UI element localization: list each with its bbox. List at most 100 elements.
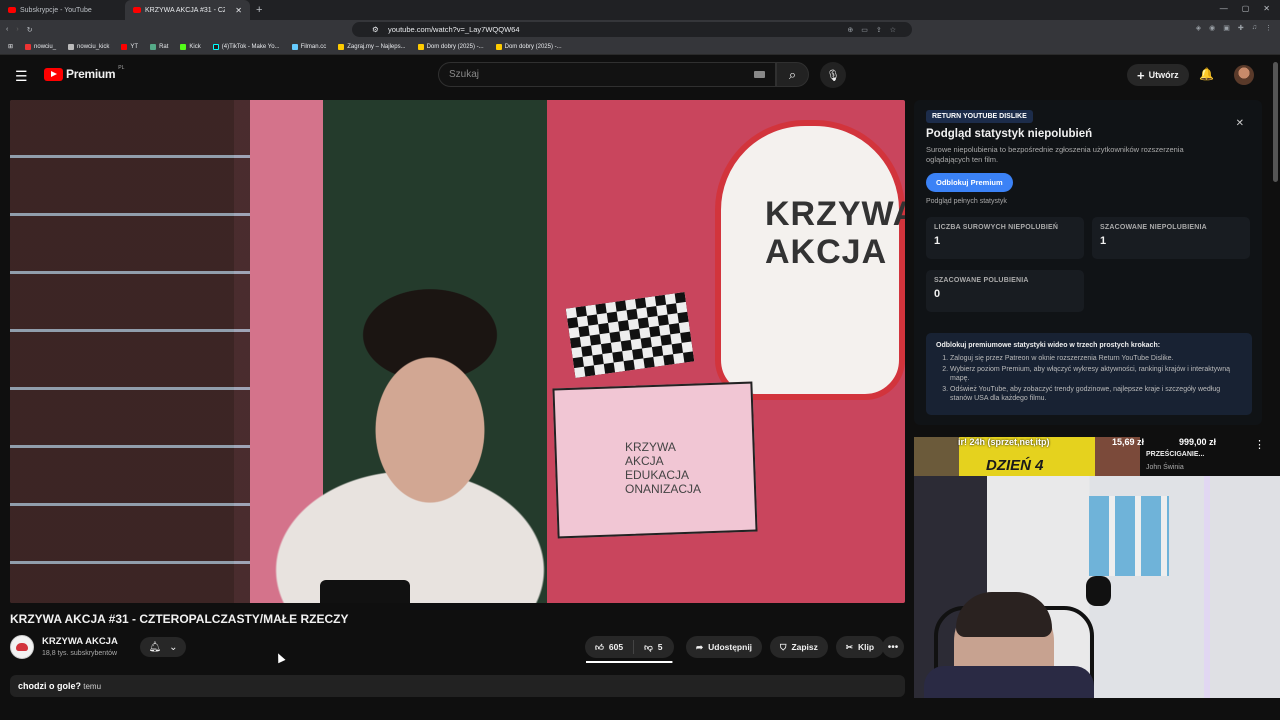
- more-dots-icon: •••: [887, 641, 899, 653]
- ryd-preview-note: Podgląd pełnych statystyk: [926, 198, 1007, 205]
- bookmark-favicon-icon: [25, 43, 32, 50]
- clapperboard-text: KRZYWA AKCJA EDUKACJA ONANIZACJA: [625, 440, 702, 496]
- tab-subscriptions[interactable]: Subskrypcje - YouTube: [0, 0, 125, 20]
- save-button[interactable]: ⛉ Zapisz: [770, 636, 828, 658]
- recommended-title: PRZEŚCIGANIE...: [1146, 451, 1205, 458]
- bookmark-item[interactable]: nowciu_: [25, 43, 56, 50]
- stream-overlay-price: 15,69 zł: [1112, 437, 1145, 447]
- extension-icon[interactable]: ▣: [1223, 24, 1230, 32]
- minimize-icon[interactable]: —: [1220, 4, 1228, 13]
- bookmark-item[interactable]: Rat: [150, 43, 168, 50]
- zoom-icon[interactable]: ⊕: [847, 26, 853, 34]
- voice-search-button[interactable]: 🎙: [820, 62, 846, 88]
- more-actions-button[interactable]: •••: [882, 636, 904, 658]
- tab-title: Subskrypcje - YouTube: [20, 6, 92, 14]
- search-input[interactable]: Szukaj: [438, 62, 776, 87]
- recommended-channel: John Świnia: [1146, 464, 1184, 471]
- bookmark-favicon-icon: [68, 43, 75, 50]
- unlock-premium-button[interactable]: Odblokuj Premium: [926, 173, 1013, 192]
- bell-icon: 🔔︎: [148, 641, 162, 653]
- address-bar-actions: ⊕ ▭ ⇪ ☆: [847, 26, 896, 34]
- extension-icon[interactable]: ◈: [1196, 24, 1201, 32]
- clip-button[interactable]: ✂ Klip: [835, 636, 885, 658]
- more-vert-icon[interactable]: ⋮: [1254, 438, 1265, 451]
- close-tab-icon[interactable]: ✕: [235, 6, 242, 15]
- bookmark-item[interactable]: nowciu_kick: [68, 43, 109, 50]
- url-text: youtube.com/watch?v=_Lay7WQQW64: [388, 25, 520, 34]
- share-button[interactable]: ➦ Udostępnij: [686, 636, 763, 658]
- search-button[interactable]: ⌕: [776, 62, 809, 87]
- menu-dots-icon[interactable]: ⋮: [1265, 24, 1272, 32]
- heart-sign-text: KRZYWA AKCJA: [765, 195, 905, 271]
- channel-name[interactable]: KRZYWA AKCJA: [42, 636, 118, 647]
- video-player[interactable]: KRZYWA AKCJA KRZYWA AKCJA EDUKACJA ONANI…: [10, 100, 905, 603]
- bookmark-item[interactable]: (4)TikTok - Make Yo...: [212, 43, 280, 50]
- stat-card: SZACOWANE NIEPOLUBIENIA 1: [1092, 217, 1250, 259]
- recommended-video[interactable]: ir! 24h (sprzet,net,itp) 15,69 zł 999,00…: [914, 433, 1280, 477]
- channel-avatar[interactable]: [10, 635, 34, 659]
- reload-icon[interactable]: ↻: [27, 26, 33, 34]
- video-frame-microphone: [320, 580, 410, 603]
- dislike-button[interactable]: 👎︎ 5: [634, 642, 672, 653]
- apps-grid-icon[interactable]: ⊞: [8, 43, 13, 50]
- bookmark-item[interactable]: Dom dobry (2025) -...: [417, 43, 484, 50]
- page-scrollbar[interactable]: [1273, 62, 1278, 182]
- youtube-header: ☰ Premium PL Szukaj ⌕ 🎙 + Utwórz 🔔: [0, 56, 1280, 94]
- like-button[interactable]: 👍︎ 605: [585, 640, 635, 654]
- create-button[interactable]: + Utwórz: [1127, 64, 1189, 86]
- share-icon[interactable]: ⇪: [876, 26, 882, 34]
- ryd-steps-box: Odblokuj premiumowe statystyki wideo w t…: [926, 333, 1252, 415]
- close-window-icon[interactable]: ✕: [1263, 4, 1270, 13]
- bookmark-item[interactable]: Kick: [180, 43, 201, 50]
- webcam-figure: [1086, 576, 1111, 606]
- maximize-icon[interactable]: ▢: [1242, 4, 1250, 13]
- chevron-down-icon: ⌄: [169, 641, 178, 653]
- bookmark-item[interactable]: Filman.cc: [291, 43, 326, 50]
- ryd-step: Odśwież YouTube, aby zobaczyć trendy god…: [950, 385, 1242, 403]
- thumbnail-text: DZIEŃ 4: [986, 457, 1044, 474]
- media-icon[interactable]: ♫: [1252, 24, 1257, 32]
- thumbs-up-icon: 👍︎: [595, 641, 604, 652]
- webcam-wall-posters: [1089, 496, 1169, 576]
- site-info-icon[interactable]: ⚙: [372, 25, 379, 34]
- window-controls: — ▢ ✕: [1210, 0, 1280, 17]
- tab-title: KRZYWA AKCJA #31 - CZTEROPALCZASTY/MAŁE …: [145, 6, 225, 14]
- youtube-logo[interactable]: Premium PL: [44, 65, 124, 81]
- extensions-area: ◈ ◉ ▣ ✚ ♫ ⋮: [1196, 24, 1272, 32]
- back-icon[interactable]: ‹: [6, 26, 8, 33]
- browser-tab-bar: Subskrypcje - YouTube KRZYWA AKCJA #31 -…: [0, 0, 1280, 20]
- hamburger-menu-icon[interactable]: ☰: [15, 68, 28, 85]
- mouse-cursor-icon: [274, 651, 286, 664]
- user-avatar[interactable]: [1234, 65, 1254, 85]
- new-tab-button[interactable]: +: [250, 4, 268, 16]
- address-bar[interactable]: ⚙ youtube.com/watch?v=_Lay7WQQW64 ⊕ ▭ ⇪ …: [352, 22, 912, 37]
- description-overlay-text: chodzi o gole?: [18, 681, 81, 691]
- bookmark-favicon-icon: [291, 43, 298, 50]
- webcam-led-strip: [1204, 476, 1210, 698]
- puzzle-icon[interactable]: ✚: [1238, 24, 1244, 32]
- cast-icon[interactable]: ▭: [861, 26, 868, 34]
- stat-card: SZACOWANE POLUBIENIA 0: [926, 270, 1084, 312]
- subscriber-count: 18,8 tys. subskrybentów: [42, 650, 118, 657]
- notifications-subscribe-button[interactable]: 🔔︎ ⌄: [140, 637, 186, 657]
- bookmark-favicon-icon: [417, 43, 424, 50]
- bookmark-item[interactable]: YT: [121, 43, 138, 50]
- keyboard-icon[interactable]: [754, 71, 765, 78]
- bookmark-icon: ⛉: [780, 641, 787, 652]
- tab-video[interactable]: KRZYWA AKCJA #31 - CZTEROPALCZASTY/MAŁE …: [125, 0, 250, 20]
- bottom-strip: [0, 698, 1280, 720]
- stream-overlay-price: 999,00 zł: [1179, 437, 1217, 447]
- bookmark-item[interactable]: Dom dobry (2025) -...: [495, 43, 562, 50]
- stat-card: LICZBA SUROWYCH NIEPOLUBIEŃ 1: [926, 217, 1084, 259]
- bookmark-item[interactable]: Zagraj.my – Najleps...: [338, 43, 406, 50]
- webcam-headset: [956, 592, 1052, 637]
- description-box[interactable]: chodzi o gole? temu: [10, 675, 905, 697]
- plus-icon: +: [1137, 67, 1145, 83]
- ryd-step: Zaloguj się przez Patreon w oknie rozsze…: [950, 354, 1242, 363]
- extension-icon[interactable]: ◉: [1209, 24, 1215, 32]
- forward-icon[interactable]: ›: [16, 26, 18, 33]
- close-icon[interactable]: ✕: [1236, 118, 1244, 129]
- star-icon[interactable]: ☆: [890, 26, 896, 34]
- webcam-overlay: [914, 476, 1280, 698]
- notifications-bell-icon[interactable]: 🔔: [1199, 67, 1214, 81]
